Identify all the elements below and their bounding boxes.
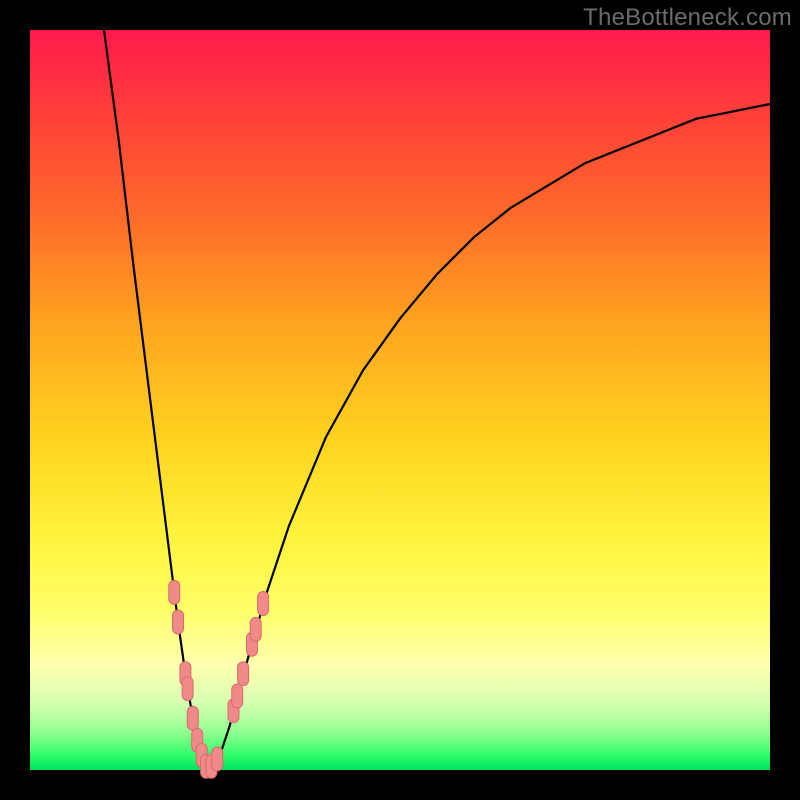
curve-marker xyxy=(182,677,193,701)
curve-marker xyxy=(169,580,180,604)
curve-marker xyxy=(173,610,184,634)
chart-svg xyxy=(30,30,770,770)
curve-marker xyxy=(250,617,261,641)
bottleneck-curve xyxy=(104,30,770,770)
plot-area xyxy=(30,30,770,770)
watermark-text: TheBottleneck.com xyxy=(583,4,792,32)
curve-marker xyxy=(258,592,269,616)
marker-group xyxy=(169,580,269,778)
curve-marker xyxy=(187,706,198,730)
curve-marker xyxy=(238,662,249,686)
chart-frame: TheBottleneck.com xyxy=(0,0,800,800)
curve-marker xyxy=(212,747,223,771)
curve-marker xyxy=(232,684,243,708)
